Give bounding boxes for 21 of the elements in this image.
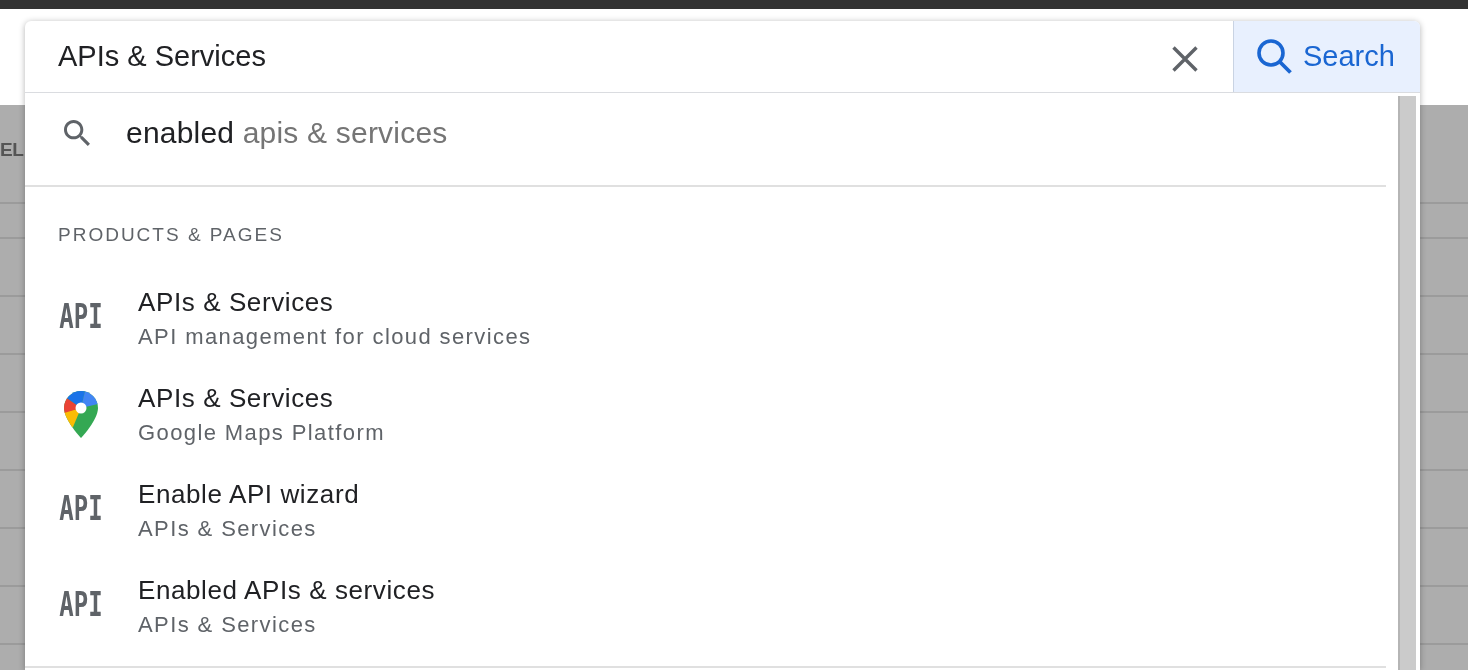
result-subtitle: APIs & Services <box>138 610 318 639</box>
search-input-field[interactable]: APIs & Services <box>25 21 1160 92</box>
scrollbar[interactable] <box>1398 96 1416 670</box>
result-title[interactable]: Enable API wizard <box>138 477 360 510</box>
result-title[interactable]: APIs & Services <box>138 381 385 414</box>
search-icon <box>64 120 90 146</box>
section-heading: PRODUCTS & PAGES <box>57 223 284 247</box>
search-icon <box>1257 39 1292 74</box>
result-subtitle: APIs & Services <box>138 514 318 543</box>
column-heading: EL <box>0 138 24 162</box>
api-text-icon: API <box>59 496 103 524</box>
result-title[interactable]: Enabled APIs & services <box>138 573 436 606</box>
clear-icon[interactable] <box>1172 46 1198 72</box>
api-text-icon: API <box>59 592 103 620</box>
result-subtitle: Google Maps Platform <box>138 418 385 447</box>
result-subtitle: API management for cloud services <box>138 322 532 351</box>
result-title[interactable]: APIs & Services <box>138 285 532 318</box>
search-button[interactable]: Search <box>1233 21 1420 92</box>
api-text-icon: API <box>59 304 103 332</box>
map-pin-icon <box>64 390 98 438</box>
suggestion-text[interactable]: enabled apis & services <box>126 116 448 150</box>
